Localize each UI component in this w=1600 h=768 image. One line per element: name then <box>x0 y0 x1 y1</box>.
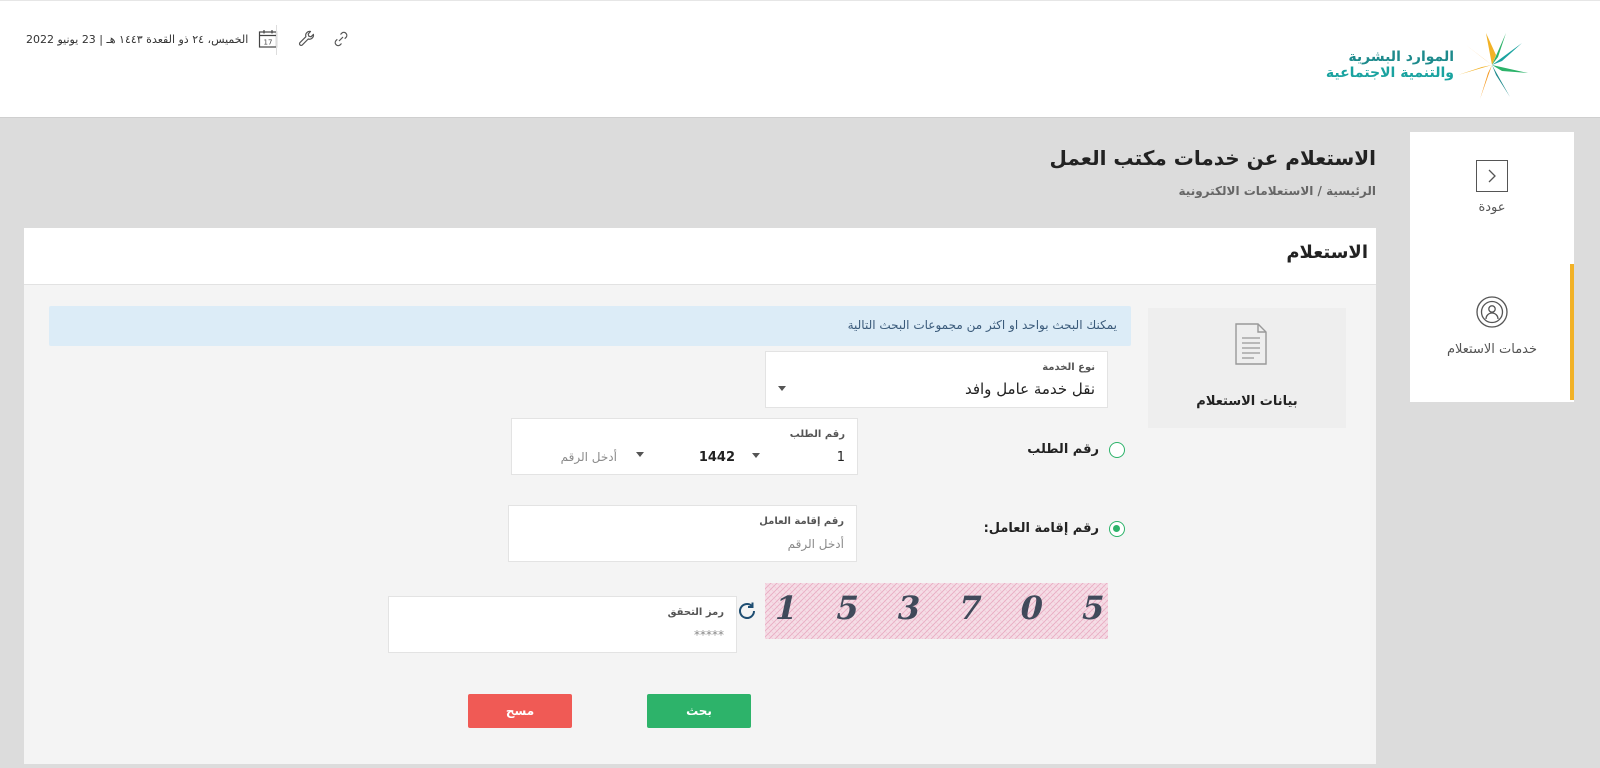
nav-item-inquiry-services[interactable]: خدمات الاستعلام <box>1410 264 1574 402</box>
request-number-field[interactable]: رقم الطلب 1 1442 أدخل الرقم <box>511 418 858 475</box>
logo-line-1: الموارد البشرية <box>1348 49 1454 65</box>
request-number-year[interactable]: 1442 <box>699 450 735 465</box>
iqama-number-option-label: رقم إقامة العامل: <box>983 521 1099 536</box>
inquiry-data-panel: بيانات الاستعلام <box>1148 308 1346 428</box>
ministry-logo: الموارد البشرية والتنمية الاجتماعية <box>1318 31 1534 99</box>
iqama-number-input[interactable]: أدخل الرقم <box>788 537 844 551</box>
top-bar: الخميس، ٢٤ ذو القعدة ١٤٤٣ هـ | 23 يونيو … <box>0 0 1600 118</box>
logo-line-2: والتنمية الاجتماعية <box>1325 65 1454 81</box>
back-label: عودة <box>1478 200 1506 215</box>
refresh-icon[interactable] <box>736 600 758 622</box>
date-text: الخميس، ٢٤ ذو القعدة ١٤٤٣ هـ | 23 يونيو … <box>26 32 249 46</box>
iqama-number-label: رقم إقامة العامل <box>759 516 844 527</box>
chevron-down-icon <box>778 386 786 391</box>
logo-text: الموارد البشرية والتنمية الاجتماعية <box>1326 49 1454 81</box>
request-number-option-label: رقم الطلب <box>1027 442 1099 457</box>
card-title: الاستعلام <box>1286 242 1368 263</box>
side-nav: عودة خدمات الاستعلام <box>1410 132 1574 402</box>
logo-emblem-icon <box>1458 33 1528 99</box>
service-type-label: نوع الخدمة <box>1042 362 1095 373</box>
inquiry-services-label: خدمات الاستعلام <box>1446 342 1538 357</box>
clear-button[interactable]: مسح <box>468 694 572 728</box>
iqama-number-radio[interactable] <box>1109 521 1125 537</box>
request-number-label: رقم الطلب <box>789 429 845 440</box>
search-button[interactable]: بحث <box>647 694 751 728</box>
info-banner: يمكنك البحث بواحد او اكثر من مجموعات الب… <box>49 306 1131 346</box>
service-type-select[interactable]: نوع الخدمة نقل خدمة عامل وافد <box>765 351 1108 408</box>
captcha-text: 1 5 3 7 0 5 <box>770 589 1108 627</box>
request-number-first[interactable]: 1 <box>837 450 845 465</box>
wrench-icon[interactable] <box>297 29 317 49</box>
page-title: الاستعلام عن خدمات مكتب العمل <box>1049 146 1376 170</box>
link-icon[interactable] <box>331 29 351 49</box>
chevron-right-icon <box>1476 160 1508 192</box>
back-button[interactable]: عودة <box>1410 160 1574 215</box>
info-text: يمكنك البحث بواحد او اكثر من مجموعات الب… <box>847 318 1117 332</box>
calendar-day: 17 <box>264 39 273 47</box>
captcha-label: رمز التحقق <box>667 607 724 618</box>
service-type-value: نقل خدمة عامل وافد <box>964 380 1095 398</box>
user-signal-icon <box>1476 296 1508 328</box>
card-header: الاستعلام <box>24 228 1376 285</box>
captcha-input[interactable]: ***** <box>694 628 724 642</box>
chevron-down-icon[interactable] <box>752 453 760 458</box>
request-number-radio[interactable] <box>1109 442 1125 458</box>
captcha-image: 1 5 3 7 0 5 <box>765 583 1108 639</box>
inquiry-card: الاستعلام بيانات الاستعلام يمكنك البحث ب… <box>24 228 1376 764</box>
document-icon <box>1235 323 1267 365</box>
breadcrumb[interactable]: الرئيسية / الاستعلامات الالكترونية <box>1179 184 1376 198</box>
captcha-field[interactable]: رمز التحقق ***** <box>388 596 737 653</box>
date-area: الخميس، ٢٤ ذو القعدة ١٤٤٣ هـ | 23 يونيو … <box>26 27 278 51</box>
chevron-down-icon[interactable] <box>636 452 644 457</box>
header-divider <box>276 25 277 55</box>
request-number-input[interactable]: أدخل الرقم <box>561 450 617 464</box>
inquiry-data-label: بيانات الاستعلام <box>1196 394 1298 409</box>
iqama-number-field[interactable]: رقم إقامة العامل أدخل الرقم <box>508 505 857 562</box>
